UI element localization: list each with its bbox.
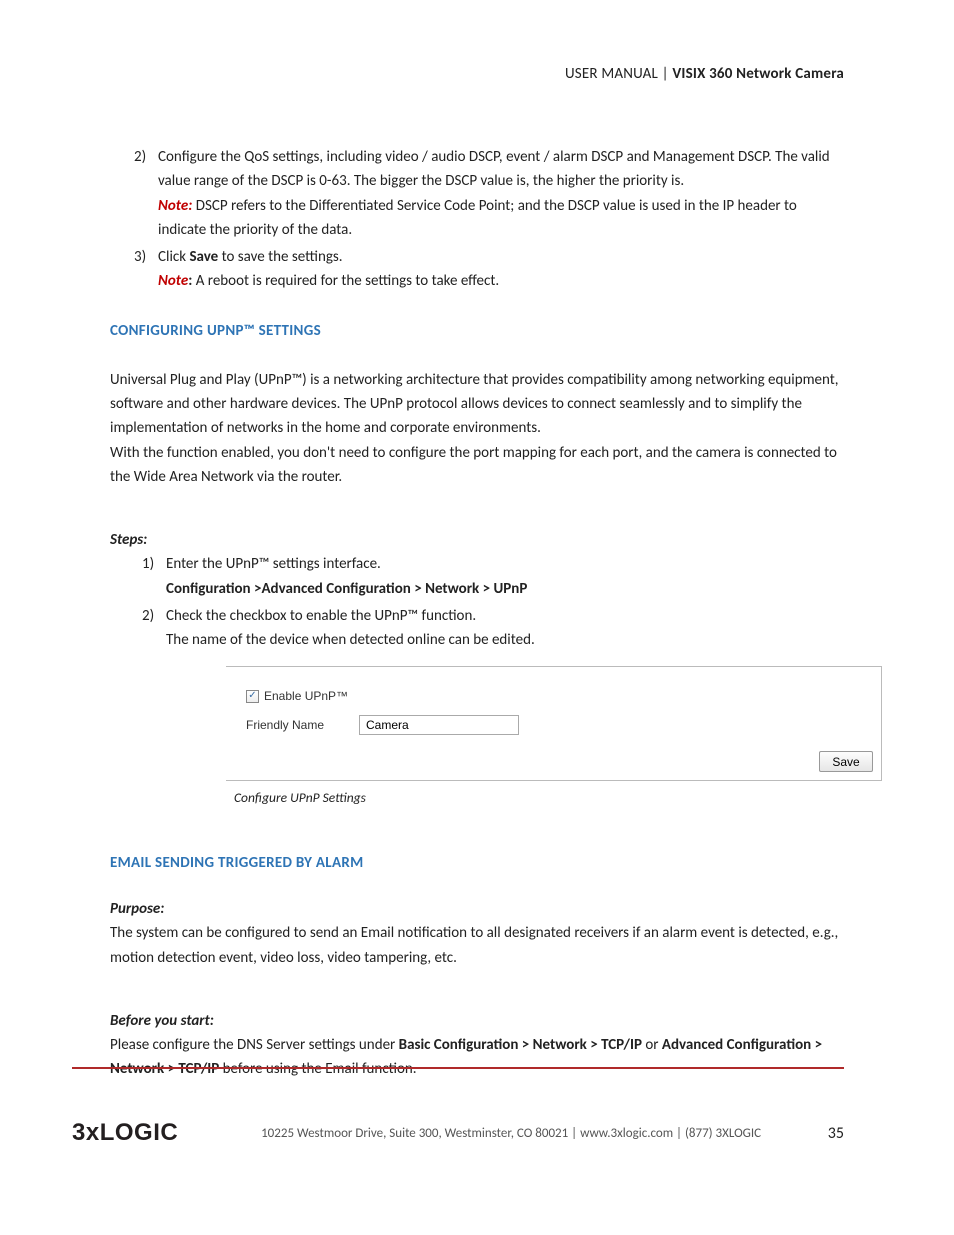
upnp-panel-inner: ✓ Enable UPnP™ Friendly Name (226, 667, 881, 745)
upnp-step-list: 1) Enter the UPnP™ settings interface. C… (110, 552, 844, 652)
page-header: USER MANUAL | VISIX 360 Network Camera (110, 65, 844, 83)
footer-address: 10225 Westmoor Drive, Suite 300, Westmin… (178, 1126, 814, 1141)
list-number: 2) (110, 604, 166, 653)
step-text: Enter the UPnP™ settings interface. (166, 555, 381, 573)
list-body: Check the checkbox to enable the UPnP™ f… (166, 604, 844, 653)
qos-text-1: Configure the QoS settings, including vi… (158, 148, 772, 166)
brand-logo: 3xLOGIC (72, 1119, 178, 1147)
before-label: Before you start: (110, 1012, 844, 1030)
rest-text: to save the settings. (218, 248, 342, 266)
upnp-paragraph-1: Universal Plug and Play (UPnP™) is a net… (110, 368, 844, 441)
list-number: 2) (110, 145, 158, 242)
page-footer: 3xLOGIC 10225 Westmoor Drive, Suite 300,… (0, 1067, 954, 1147)
footer-rule (72, 1067, 844, 1069)
header-product: VISIX 360 Network Camera (672, 65, 844, 83)
list-number: 3) (110, 245, 158, 294)
before-pre: Please configure the DNS Server settings… (110, 1036, 399, 1054)
friendly-name-label: Friendly Name (246, 718, 359, 732)
section-heading-upnp: CONFIGURING UPNP™ SETTINGS (110, 322, 844, 340)
nav-path: Configuration >Advanced Configuration > … (166, 580, 527, 598)
email-section: EMAIL SENDING TRIGGERED BY ALARM Purpose… (110, 854, 844, 1081)
document-page: USER MANUAL | VISIX 360 Network Camera 2… (0, 0, 954, 1235)
header-prefix: USER MANUAL | (565, 65, 672, 83)
list-item: 2) Check the checkbox to enable the UPnP… (110, 604, 844, 653)
save-button[interactable]: Save (819, 751, 873, 772)
list-item: 3) Click Save to save the settings. Note… (110, 245, 844, 294)
click-text: Click (158, 248, 189, 266)
note-text: A reboot is required for the settings to… (192, 272, 499, 290)
step-text-2: The name of the device when detected onl… (166, 631, 535, 649)
before-or: or (642, 1036, 662, 1054)
nav-path-basic: Basic Configuration > Network > TCP/IP (399, 1036, 642, 1054)
list-item: 2) Configure the QoS settings, including… (110, 145, 844, 242)
step-text: Check the checkbox to enable the UPnP™ f… (166, 607, 476, 625)
list-body: Enter the UPnP™ settings interface. Conf… (166, 552, 844, 601)
list-body: Click Save to save the settings. Note: A… (158, 245, 844, 294)
note-label: Note: (158, 197, 192, 215)
note-label: Note (158, 272, 188, 290)
list-item: 1) Enter the UPnP™ settings interface. C… (110, 552, 844, 601)
purpose-label: Purpose: (110, 900, 844, 918)
footer-row: 3xLOGIC 10225 Westmoor Drive, Suite 300,… (72, 1119, 844, 1147)
steps-label: Steps: (110, 531, 844, 549)
list-body: Configure the QoS settings, including vi… (158, 145, 844, 242)
upnp-paragraph-2: With the function enabled, you don't nee… (110, 441, 844, 490)
enable-upnp-row: ✓ Enable UPnP™ (246, 689, 867, 703)
enable-upnp-label: Enable UPnP™ (264, 689, 348, 703)
note-text: DSCP refers to the Differentiated Servic… (158, 197, 797, 239)
friendly-name-input[interactable] (359, 715, 519, 735)
list-number: 1) (110, 552, 166, 601)
page-number: 35 (814, 1124, 844, 1143)
qos-step-list: 2) Configure the QoS settings, including… (110, 145, 844, 294)
purpose-block: Purpose: The system can be configured to… (110, 900, 844, 970)
upnp-settings-panel: ✓ Enable UPnP™ Friendly Name Save (226, 666, 882, 781)
section-heading-email: EMAIL SENDING TRIGGERED BY ALARM (110, 854, 844, 872)
enable-upnp-checkbox[interactable]: ✓ (246, 690, 259, 703)
friendly-name-row: Friendly Name (246, 715, 867, 735)
figure-caption: Configure UPnP Settings (234, 789, 844, 806)
save-row: Save (226, 745, 881, 780)
purpose-text: The system can be configured to send an … (110, 921, 844, 970)
save-word: Save (189, 248, 218, 266)
